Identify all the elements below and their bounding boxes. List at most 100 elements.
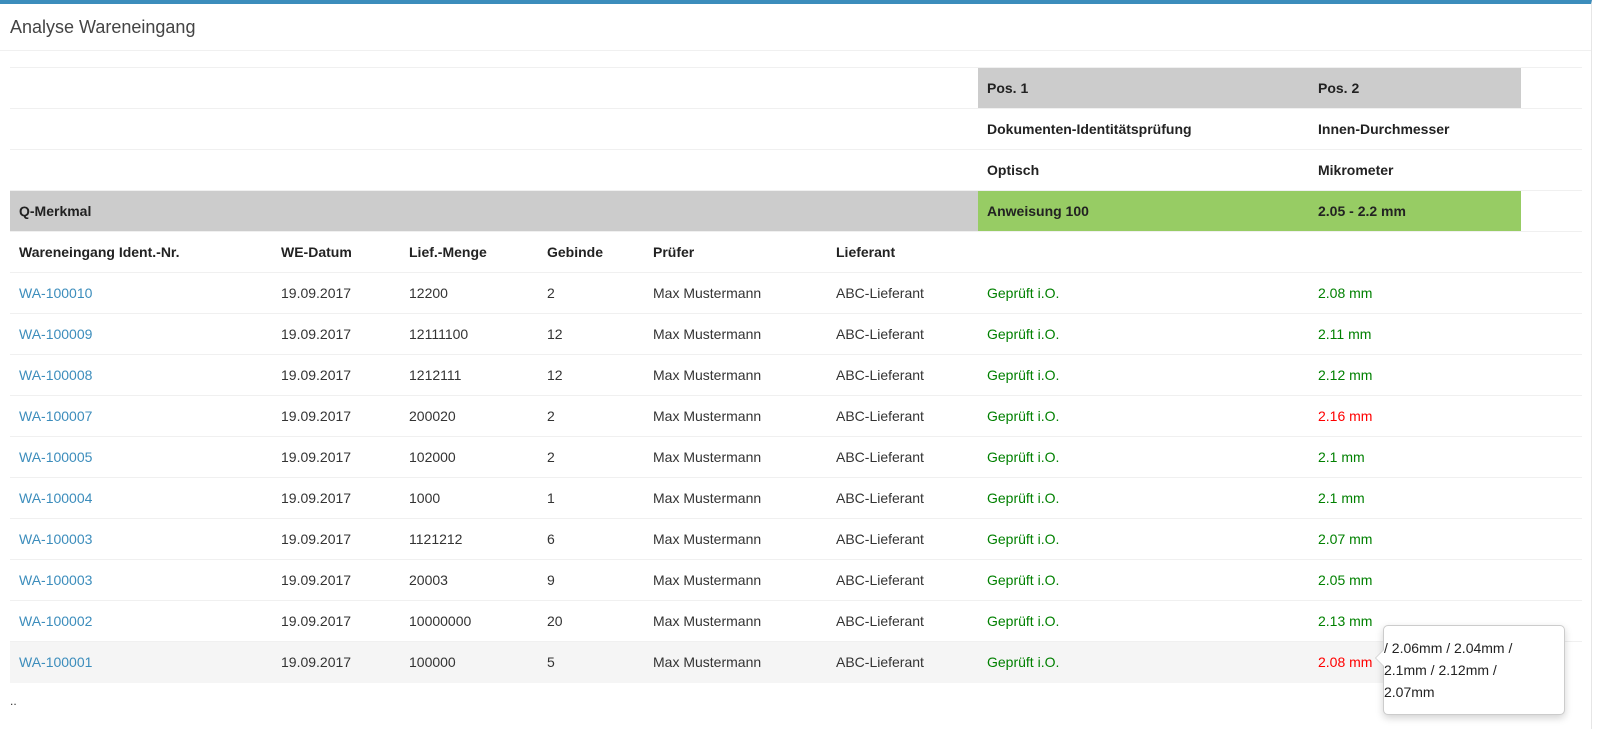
ident-cell: WA-100003 bbox=[10, 559, 272, 601]
row-end-cell bbox=[1521, 436, 1582, 478]
pos-1-result: Geprüft i.O. bbox=[978, 600, 1309, 642]
ident-link[interactable]: WA-100009 bbox=[19, 326, 92, 342]
pos-2-result[interactable]: 2.11 mm bbox=[1309, 313, 1521, 355]
pos-1-result: Geprüft i.O. bbox=[978, 477, 1309, 519]
pos-2-result[interactable]: 2.12 mm bbox=[1309, 354, 1521, 396]
table-row[interactable]: WA-100004 19.09.2017 1000 1 Max Mustermann AB… bbox=[10, 477, 1582, 519]
ident-cell: WA-100009 bbox=[10, 313, 272, 355]
ident-link[interactable]: WA-100005 bbox=[19, 449, 92, 465]
inspector-cell: Max Mustermann bbox=[644, 313, 827, 355]
pos-2-result[interactable]: 2.1 mm bbox=[1309, 477, 1521, 519]
row-end-cell bbox=[1521, 354, 1582, 396]
row-end-cell bbox=[1521, 395, 1582, 437]
ident-link[interactable]: WA-100001 bbox=[19, 654, 92, 670]
date-cell: 19.09.2017 bbox=[272, 395, 400, 437]
supplier-cell: ABC-Lieferant bbox=[827, 395, 978, 437]
pos-2-spec: 2.05 - 2.2 mm bbox=[1309, 190, 1521, 232]
header-row-check-name: Dokumenten-Identitätsprüfung Innen-Durch… bbox=[10, 108, 1582, 150]
ident-cell: WA-100001 bbox=[10, 641, 272, 683]
panel-title: Analyse Wareneingang bbox=[10, 16, 196, 37]
ident-link[interactable]: WA-100002 bbox=[19, 613, 92, 629]
date-cell: 19.09.2017 bbox=[272, 518, 400, 560]
qty-cell: 1000 bbox=[400, 477, 538, 519]
inspector-cell: Max Mustermann bbox=[644, 272, 827, 314]
pos-2-result[interactable]: 2.05 mm bbox=[1309, 559, 1521, 601]
ident-link[interactable]: WA-100008 bbox=[19, 367, 92, 383]
column-header-row: Wareneingang Ident.-Nr. WE-Datum Lief.-M… bbox=[10, 231, 1582, 273]
date-cell: 19.09.2017 bbox=[272, 354, 400, 396]
qty-cell: 12111100 bbox=[400, 313, 538, 355]
header-spacer-end bbox=[1521, 67, 1582, 109]
date-cell: 19.09.2017 bbox=[272, 477, 400, 519]
row-end-cell bbox=[1521, 518, 1582, 560]
row-end-cell bbox=[1521, 313, 1582, 355]
pos-1-method: Optisch bbox=[978, 149, 1309, 191]
containers-cell: 12 bbox=[538, 354, 644, 396]
qty-cell: 10000000 bbox=[400, 600, 538, 642]
pos-2-result[interactable]: 2.07 mm bbox=[1309, 518, 1521, 560]
containers-cell: 2 bbox=[538, 272, 644, 314]
panel-header: Analyse Wareneingang bbox=[0, 4, 1591, 51]
row-end-cell bbox=[1521, 477, 1582, 519]
column-header-end bbox=[1521, 231, 1582, 273]
footer-text: .. bbox=[10, 694, 17, 708]
supplier-cell: ABC-Lieferant bbox=[827, 436, 978, 478]
table-row[interactable]: WA-100009 19.09.2017 12111100 12 Max Musterm… bbox=[10, 313, 1582, 355]
ident-link[interactable]: WA-100007 bbox=[19, 408, 92, 424]
table-row[interactable]: WA-100005 19.09.2017 102000 2 Max Mustermann… bbox=[10, 436, 1582, 478]
supplier-cell: ABC-Lieferant bbox=[827, 313, 978, 355]
row-end-cell bbox=[1521, 559, 1582, 601]
ident-link[interactable]: WA-100004 bbox=[19, 490, 92, 506]
table-row[interactable]: WA-100003 19.09.2017 20003 9 Max Mustermann A… bbox=[10, 559, 1582, 601]
header-spacer bbox=[10, 67, 978, 109]
column-header-qty: Lief.-Menge bbox=[400, 231, 538, 273]
inspector-cell: Max Mustermann bbox=[644, 436, 827, 478]
ident-cell: WA-100007 bbox=[10, 395, 272, 437]
ident-link[interactable]: WA-100003 bbox=[19, 531, 92, 547]
analysis-table: Pos. 1 Pos. 2 Dokumenten-Identitätsprüfu… bbox=[10, 67, 1582, 683]
containers-cell: 6 bbox=[538, 518, 644, 560]
pos-1-result: Geprüft i.O. bbox=[978, 518, 1309, 560]
inspector-cell: Max Mustermann bbox=[644, 600, 827, 642]
header-row-q-merkmal: Q-Merkmal Anweisung 100 2.05 - 2.2 mm bbox=[10, 190, 1582, 232]
supplier-cell: ABC-Lieferant bbox=[827, 518, 978, 560]
containers-cell: 5 bbox=[538, 641, 644, 683]
table-row[interactable]: WA-100010 19.09.2017 12200 2 Max Mustermann A… bbox=[10, 272, 1582, 314]
header-spacer-end bbox=[1521, 149, 1582, 191]
pos-1-result: Geprüft i.O. bbox=[978, 641, 1309, 683]
table-row[interactable]: WA-100001 19.09.2017 100000 5 Max Mustermann… bbox=[10, 641, 1582, 683]
header-spacer-end bbox=[1521, 190, 1582, 232]
q-merkmal-label: Q-Merkmal bbox=[10, 190, 978, 232]
pos-2-result[interactable]: 2.1 mm bbox=[1309, 436, 1521, 478]
measurement-tooltip: / 2.06mm / 2.04mm / 2.1mm / 2.12mm / 2.0… bbox=[1375, 625, 1565, 715]
pos-1-check-name: Dokumenten-Identitätsprüfung bbox=[978, 108, 1309, 150]
qty-cell: 1121212 bbox=[400, 518, 538, 560]
containers-cell: 9 bbox=[538, 559, 644, 601]
containers-cell: 1 bbox=[538, 477, 644, 519]
pos-2-result[interactable]: 2.08 mm bbox=[1309, 272, 1521, 314]
pos-1-spec: Anweisung 100 bbox=[978, 190, 1309, 232]
table-row[interactable]: WA-100003 19.09.2017 1121212 6 Max Musterman… bbox=[10, 518, 1582, 560]
table-row[interactable]: WA-100007 19.09.2017 200020 2 Max Mustermann… bbox=[10, 395, 1582, 437]
qty-cell: 200020 bbox=[400, 395, 538, 437]
containers-cell: 2 bbox=[538, 395, 644, 437]
ident-link[interactable]: WA-100003 bbox=[19, 572, 92, 588]
pos-1-result: Geprüft i.O. bbox=[978, 395, 1309, 437]
pos-1-result: Geprüft i.O. bbox=[978, 559, 1309, 601]
qty-cell: 102000 bbox=[400, 436, 538, 478]
table-body: WA-100010 19.09.2017 12200 2 Max Mustermann A… bbox=[10, 272, 1582, 683]
ident-cell: WA-100003 bbox=[10, 518, 272, 560]
header-spacer bbox=[10, 149, 978, 191]
supplier-cell: ABC-Lieferant bbox=[827, 600, 978, 642]
ident-link[interactable]: WA-100010 bbox=[19, 285, 92, 301]
table-row[interactable]: WA-100002 19.09.2017 10000000 20 Max Musterm… bbox=[10, 600, 1582, 642]
inspector-cell: Max Mustermann bbox=[644, 395, 827, 437]
ident-cell: WA-100008 bbox=[10, 354, 272, 396]
row-end-cell bbox=[1521, 272, 1582, 314]
header-row-method: Optisch Mikrometer bbox=[10, 149, 1582, 191]
pos-2-result[interactable]: 2.16 mm bbox=[1309, 395, 1521, 437]
pos-1-result: Geprüft i.O. bbox=[978, 354, 1309, 396]
table-row[interactable]: WA-100008 19.09.2017 1212111 12 Max Musterma… bbox=[10, 354, 1582, 396]
qty-cell: 12200 bbox=[400, 272, 538, 314]
column-header-ident: Wareneingang Ident.-Nr. bbox=[10, 231, 272, 273]
